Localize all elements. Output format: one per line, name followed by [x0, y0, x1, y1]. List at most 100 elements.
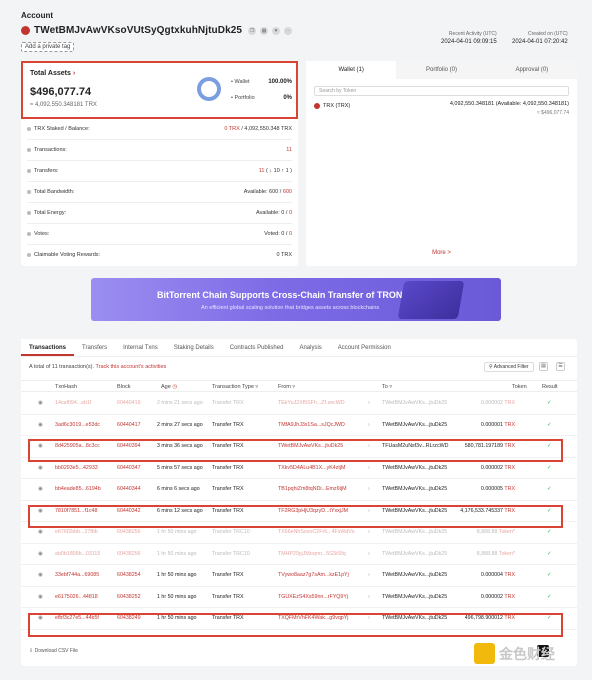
block-number[interactable]: 60438252: [117, 587, 141, 609]
to-address[interactable]: TWetBMJvAwVKs...jtuDk25: [382, 587, 447, 609]
download-csv-link[interactable]: ⇩ Download CSV File: [29, 648, 78, 654]
block-number[interactable]: 60438249: [117, 608, 141, 630]
from-address[interactable]: TGUXEzS4Xs59nn...rFYQ9Yj: [278, 587, 348, 609]
table-row[interactable]: ◉ e676f2bbb...27fbb 60438256 1 hr 50 mins a…: [21, 522, 577, 544]
txn-hash[interactable]: 14caf094...eb1f: [55, 393, 92, 415]
txn-hash[interactable]: ab0b1808b...03115: [55, 544, 100, 566]
from-address[interactable]: TEkYuJ2Xf5SFh...Zf.zecWD: [278, 393, 345, 415]
from-address[interactable]: TXQFMrVhFK4Wak...g9vqpYj: [278, 608, 348, 630]
tab-transfers[interactable]: Transfers: [74, 339, 115, 356]
table-row[interactable]: ◉ 8d425905a...8c3cc 60440394 3 mins 36 secs…: [21, 436, 577, 458]
block-number[interactable]: 60438256: [117, 522, 141, 544]
to-address[interactable]: TWetBMJvAwVKs...jtuDk25: [382, 501, 447, 523]
block-number[interactable]: 60440342: [117, 501, 141, 523]
success-check-icon: ✓: [547, 507, 552, 514]
tab-transactions[interactable]: Transactions: [21, 339, 75, 356]
to-address[interactable]: TWetBMJvAwVKs...jtuDk25: [382, 565, 447, 587]
table-row[interactable]: ◉ bb0293e5...42933 60440347 5 mins 57 secs …: [21, 458, 577, 480]
table-row[interactable]: ◉ ab0b1808b...03115 60438256 1 hr 50 mins a…: [21, 544, 577, 566]
add-private-tag-button[interactable]: Add a private tag: [21, 42, 75, 52]
eye-icon[interactable]: ◉: [38, 522, 43, 544]
block-number[interactable]: 60440394: [117, 436, 141, 458]
to-address[interactable]: TWetBMJvAwVKs...jtuDk25: [382, 415, 447, 437]
qr-code-icon[interactable]: ▦: [260, 26, 269, 35]
eye-icon[interactable]: ◉: [38, 436, 43, 458]
promo-banner[interactable]: BitTorrent Chain Supports Cross-Chain Tr…: [91, 278, 501, 321]
table-row[interactable]: ◉ efbf3c27e5...44b5f 60438249 1 hr 50 mins …: [21, 608, 577, 630]
eye-icon[interactable]: ◉: [38, 587, 43, 609]
txn-hash[interactable]: e6175026...44818: [55, 587, 98, 609]
tab-contracts-published[interactable]: Contracts Published: [222, 339, 292, 356]
block-number[interactable]: 60440344: [117, 479, 141, 501]
from-address[interactable]: TX66eNhSoxoC2Fr6...4FsWdVs: [278, 522, 355, 544]
token-row-trx[interactable]: TRX (TRX) 4,092,550.348181 (Available: 4…: [314, 101, 569, 121]
total-assets-label[interactable]: Total Assets ›: [30, 70, 75, 77]
from-address[interactable]: TWetBMJvAwVKs...jtuDk25: [278, 436, 343, 458]
block-number[interactable]: 60438256: [117, 544, 141, 566]
txn-hash[interactable]: efbf3c27e5...44b5f: [55, 608, 99, 630]
to-address[interactable]: TFUasM2uNsf3v...RLrzcWD: [382, 436, 448, 458]
to-address[interactable]: TWetBMJvAwVKs...jtuDk25: [382, 393, 447, 415]
tab-staking-details[interactable]: Staking Details: [166, 339, 222, 356]
more-icon[interactable]: ⋯: [284, 26, 293, 35]
recent-activity: Recent Activity (UTC) 2024-04-01 09:09:1…: [441, 31, 497, 45]
block-number[interactable]: 60438254: [117, 565, 141, 587]
settings-sliders-icon[interactable]: ☰: [556, 362, 565, 371]
track-activities-link[interactable]: Track this account's activities: [95, 364, 166, 370]
eye-icon[interactable]: ◉: [38, 565, 43, 587]
block-number[interactable]: 60440347: [117, 458, 141, 480]
eye-icon[interactable]: ◉: [38, 544, 43, 566]
table-row[interactable]: ◉ e6175026...44818 60438252 1 hr 50 mins ag…: [21, 587, 577, 609]
table-row[interactable]: ◉ bb4eade85...6194b 60440344 6 mins 6 secs …: [21, 479, 577, 501]
txn-hash[interactable]: 33ebf744a...69085: [55, 565, 99, 587]
from-address[interactable]: TB1pqhiZm8tqNDi...Emz6tjM: [278, 479, 347, 501]
table-row[interactable]: ◉ 14caf094...eb1f 60440419 2 mins 21 secs a…: [21, 393, 577, 415]
table-row[interactable]: ◉ 33ebf744a...69085 60438254 1 hr 50 mins a…: [21, 565, 577, 587]
tab-account-permission[interactable]: Account Permission: [330, 339, 399, 356]
to-address[interactable]: TWetBMJvAwVKs...jtuDk25: [382, 479, 447, 501]
txn-hash[interactable]: e676f2bbb...27fbb: [55, 522, 98, 544]
txn-hash[interactable]: 8d425905a...8c3cc: [55, 436, 100, 458]
token-amount: 0.000001 TRX: [480, 421, 515, 428]
info-icon: [27, 232, 31, 236]
from-address[interactable]: TXkv5D4ALu4B1X...yK4ztjM: [278, 458, 345, 480]
from-address[interactable]: TVywo8aaz7g7sAm...kzE1pYj: [278, 565, 349, 587]
txn-hash[interactable]: 3ad6c3019...e53dc: [55, 415, 100, 437]
to-address[interactable]: TWetBMJvAwVKs...jtuDk25: [382, 544, 447, 566]
tab-approval[interactable]: Approval (0): [486, 61, 577, 79]
eye-icon[interactable]: ◉: [38, 608, 43, 630]
calendar-icon[interactable]: ▤: [539, 362, 548, 371]
eye-icon[interactable]: ◉: [38, 479, 43, 501]
more-link[interactable]: More >: [306, 250, 577, 256]
eye-icon[interactable]: ◉: [38, 415, 43, 437]
table-row[interactable]: ◉ 7810f7851...f1c48 60440342 6 mins 12 secs…: [21, 501, 577, 523]
from-address[interactable]: TF2RG3pHjU3qzyD...tYxxjJM: [278, 501, 348, 523]
from-address[interactable]: TMHP29yjJMoqrm...5G5tSfq: [278, 544, 346, 566]
block-number[interactable]: 60440417: [117, 415, 141, 437]
col-transaction-type[interactable]: Transaction Type ▿: [212, 381, 258, 393]
from-address[interactable]: TMfA9JhJ3x1Sa...sJQcJWD: [278, 415, 345, 437]
to-address[interactable]: TWetBMJvAwVKs...jtuDk25: [382, 458, 447, 480]
token-search-input[interactable]: Search by Token: [314, 86, 569, 96]
tab-wallet[interactable]: Wallet (1): [306, 61, 397, 79]
block-number[interactable]: 60440419: [117, 393, 141, 415]
eye-icon[interactable]: ◉: [38, 393, 43, 415]
favorite-icon[interactable]: ♥: [272, 26, 281, 35]
to-address[interactable]: TWetBMJvAwVKs...jtuDk25: [382, 522, 447, 544]
account-address[interactable]: TWetBMJvAwVKsoVUtSyQgtxkuhNjtuDk25: [34, 25, 242, 36]
advanced-filter-button[interactable]: ⚲ Advanced Filter: [484, 362, 534, 372]
copy-icon[interactable]: ❐: [248, 26, 257, 35]
txn-hash[interactable]: bb0293e5...42933: [55, 458, 98, 480]
col-age[interactable]: Age ◷: [161, 381, 177, 393]
col-from[interactable]: From ▿: [278, 381, 295, 393]
table-row[interactable]: ◉ 3ad6c3019...e53dc 60440417 2 mins 27 secs…: [21, 415, 577, 437]
tab-portfolio[interactable]: Portfolio (0): [396, 61, 487, 79]
to-address[interactable]: TWetBMJvAwVKs...jtuDk25: [382, 608, 447, 630]
col-to[interactable]: To ▿: [382, 381, 392, 393]
txn-hash[interactable]: bb4eade85...6194b: [55, 479, 101, 501]
tab-analysis[interactable]: Analysis: [291, 339, 329, 356]
eye-icon[interactable]: ◉: [38, 458, 43, 480]
txn-hash[interactable]: 7810f7851...f1c48: [55, 501, 97, 523]
eye-icon[interactable]: ◉: [38, 501, 43, 523]
tab-internal-txns[interactable]: Internal Txns: [115, 339, 166, 356]
